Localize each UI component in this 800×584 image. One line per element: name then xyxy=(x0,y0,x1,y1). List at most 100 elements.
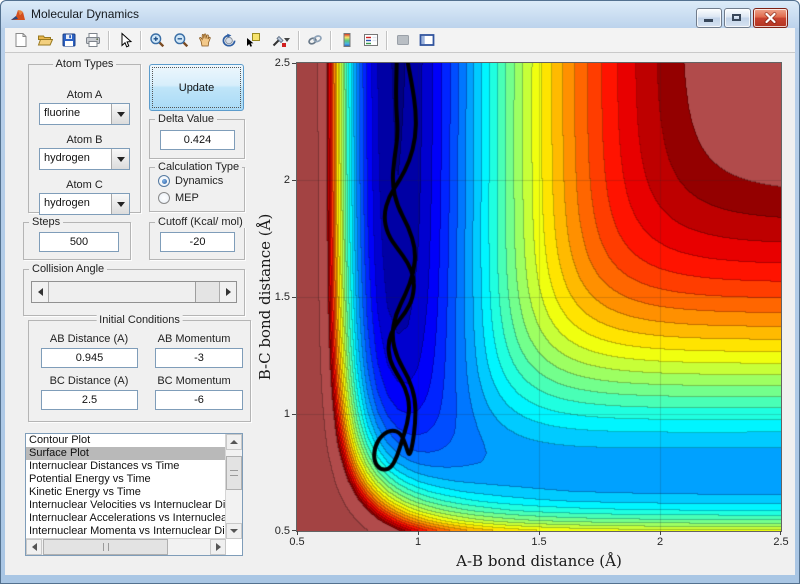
hand-icon xyxy=(199,33,211,47)
hide-plot-tools-button[interactable] xyxy=(391,29,415,51)
brush-button[interactable] xyxy=(265,29,295,51)
cutoff-title: Cutoff (Kcal/ mol) xyxy=(155,216,246,228)
ab-momentum-field[interactable]: -3 xyxy=(155,348,243,368)
save-figure-button[interactable] xyxy=(57,29,81,51)
y-tick-mark xyxy=(292,414,296,415)
bc-momentum-label: BC Momentum xyxy=(157,375,231,387)
arrow-up-icon xyxy=(230,440,238,444)
y-axis-label: B-C bond distance (Å) xyxy=(256,213,274,381)
list-item[interactable]: Internuclear Momenta vs Internuclear Dis… xyxy=(26,525,226,538)
open-file-button[interactable] xyxy=(33,29,57,51)
steps-field[interactable]: 500 xyxy=(39,232,119,252)
scroll-down-button[interactable] xyxy=(226,523,242,539)
close-button[interactable] xyxy=(753,8,788,28)
insert-colorbar-button[interactable] xyxy=(335,29,359,51)
calculation-type-panel: Calculation Type Dynamics MEP xyxy=(149,161,245,212)
toolbar-separator xyxy=(386,30,388,50)
atom-types-panel: Atom Types Atom A fluorine Atom B hydrog… xyxy=(28,58,141,215)
mep-radio-option[interactable]: MEP xyxy=(158,192,199,204)
x-tick-label: 2 xyxy=(656,536,664,548)
collision-angle-slider[interactable] xyxy=(31,281,237,303)
cutoff-panel: Cutoff (Kcal/ mol) -20 xyxy=(149,216,246,260)
atom-a-dropdown-button[interactable] xyxy=(111,104,129,124)
list-item[interactable]: Kinetic Energy vs Time xyxy=(26,486,226,499)
list-item-selected[interactable]: Surface Plot xyxy=(26,447,226,460)
save-disk-icon xyxy=(62,33,76,47)
mep-radio-label: MEP xyxy=(175,192,199,204)
printer-icon xyxy=(86,33,100,47)
legend-icon xyxy=(364,34,378,46)
slider-right-arrow[interactable] xyxy=(219,282,236,302)
colorbar-icon xyxy=(343,33,351,47)
potential-energy-surface-canvas[interactable] xyxy=(297,63,781,531)
minimize-icon xyxy=(704,19,713,22)
atom-b-dropdown-button[interactable] xyxy=(111,149,129,169)
list-item[interactable]: Internuclear Velocities vs Internuclear … xyxy=(26,499,226,512)
bc-distance-field[interactable]: 2.5 xyxy=(41,390,138,410)
insert-legend-button[interactable] xyxy=(359,29,383,51)
atom-c-dropdown[interactable]: hydrogen xyxy=(39,193,130,215)
arrow-cursor-icon xyxy=(121,32,133,48)
x-tick-label: 1.5 xyxy=(531,536,547,548)
scroll-right-button[interactable] xyxy=(210,539,226,555)
list-item[interactable]: Potential Energy vs Time xyxy=(26,473,226,486)
y-tick-label: 0.5 xyxy=(274,525,290,537)
atom-a-dropdown[interactable]: fluorine xyxy=(39,103,130,125)
y-tick-mark xyxy=(292,63,296,64)
edit-plot-button[interactable] xyxy=(113,29,137,51)
data-cursor-button[interactable] xyxy=(241,29,265,51)
zoom-out-button[interactable] xyxy=(169,29,193,51)
y-tick-label: 2.5 xyxy=(274,57,290,69)
scroll-up-button[interactable] xyxy=(226,434,242,450)
show-plot-tools-button[interactable] xyxy=(415,29,439,51)
title-bar[interactable]: Molecular Dynamics xyxy=(1,1,799,28)
brush-dropdown-caret[interactable] xyxy=(283,38,290,42)
slider-left-arrow[interactable] xyxy=(32,282,49,302)
update-button[interactable]: Update xyxy=(149,64,244,111)
matlab-logo-icon xyxy=(11,10,25,20)
contour-plot-axes[interactable]: 0.5 1 1.5 2 2.5 2.5 2 1.5 1 0.5 A-B bond… xyxy=(256,57,789,570)
thumb-grip xyxy=(102,543,109,551)
zoom-in-button[interactable] xyxy=(145,29,169,51)
horizontal-scrollbar[interactable] xyxy=(26,538,226,555)
data-cursor-icon xyxy=(247,33,260,47)
scroll-left-button[interactable] xyxy=(26,539,42,555)
atom-a-value: fluorine xyxy=(44,107,81,119)
new-document-icon xyxy=(15,33,27,47)
x-tick-mark xyxy=(539,531,540,535)
x-tick-mark xyxy=(780,531,781,535)
chevron-down-icon xyxy=(116,201,125,207)
atom-c-dropdown-button[interactable] xyxy=(111,194,129,214)
calculation-type-title: Calculation Type xyxy=(155,161,243,173)
link-plot-button[interactable] xyxy=(303,29,327,51)
print-figure-button[interactable] xyxy=(81,29,105,51)
atom-b-dropdown[interactable]: hydrogen xyxy=(39,148,130,170)
ab-distance-field[interactable]: 0.945 xyxy=(41,348,138,368)
bc-momentum-field[interactable]: -6 xyxy=(155,390,243,410)
collision-angle-panel: Collision Angle xyxy=(23,263,245,316)
arrow-left-icon xyxy=(31,543,37,551)
slider-thumb[interactable] xyxy=(49,282,196,302)
bc-distance-label: BC Distance (A) xyxy=(49,375,129,387)
minimize-button[interactable] xyxy=(696,8,722,28)
y-tick-mark xyxy=(292,530,296,531)
delta-value-panel: Delta Value 0.424 xyxy=(149,113,245,159)
toolbar-separator xyxy=(298,30,300,50)
delta-value-field[interactable]: 0.424 xyxy=(160,130,235,150)
rotate-3d-button[interactable] xyxy=(217,29,241,51)
close-icon xyxy=(764,12,777,24)
list-item[interactable]: Internuclear Distances vs Time xyxy=(26,460,226,473)
plot-type-listbox[interactable]: Contour Plot Surface Plot Internuclear D… xyxy=(25,433,243,556)
vertical-scrollbar[interactable] xyxy=(225,434,242,539)
horizontal-scroll-thumb[interactable] xyxy=(43,539,168,555)
dynamics-radio-option[interactable]: Dynamics xyxy=(158,175,223,187)
list-item[interactable]: Internuclear Accelerations vs Internucle… xyxy=(26,512,226,525)
show-plot-tools-icon xyxy=(419,34,435,46)
pan-button[interactable] xyxy=(193,29,217,51)
maximize-icon xyxy=(732,14,741,21)
new-figure-button[interactable] xyxy=(9,29,33,51)
vertical-scroll-thumb[interactable] xyxy=(226,456,242,490)
cutoff-field[interactable]: -20 xyxy=(160,232,235,252)
maximize-button[interactable] xyxy=(724,8,751,28)
list-item[interactable]: Contour Plot xyxy=(26,434,226,447)
